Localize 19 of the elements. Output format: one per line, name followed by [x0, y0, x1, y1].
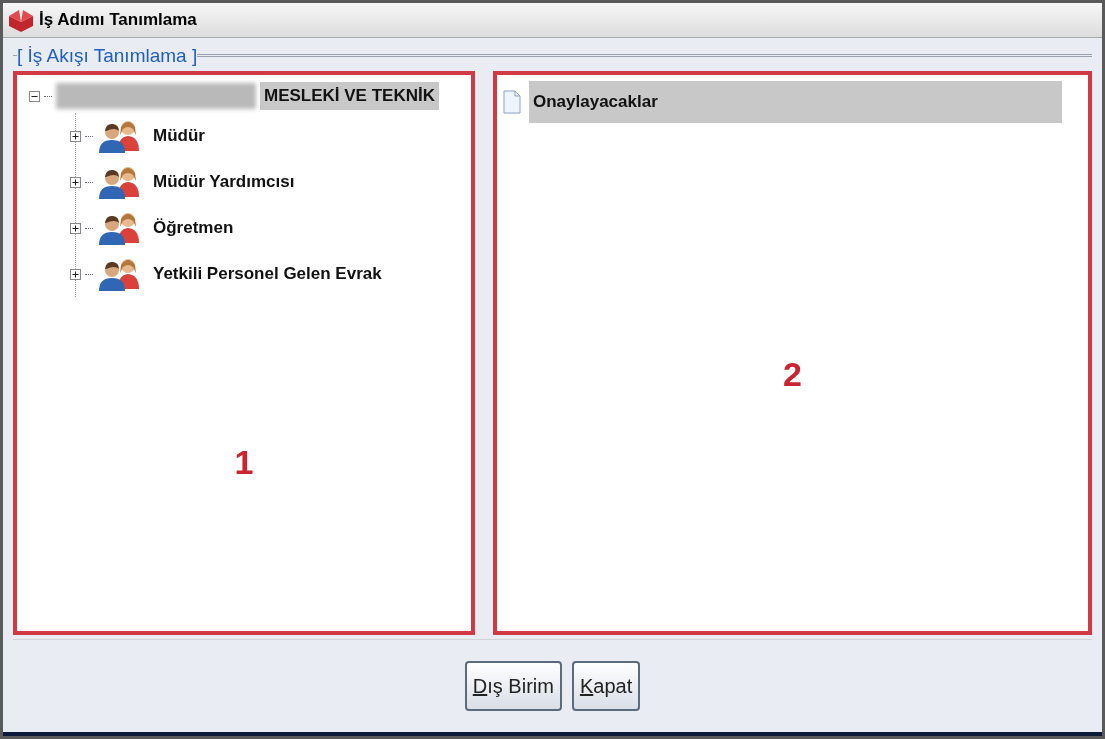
tree-node[interactable]: Müdür [149, 123, 209, 149]
tree-node[interactable]: Öğretmen [149, 215, 238, 241]
expand-icon[interactable] [70, 176, 81, 188]
tree-node[interactable]: MESLEKİ VE TEKNİK [260, 82, 439, 110]
box-icon [7, 8, 35, 32]
tree-node[interactable]: Yetkili Personel Gelen Evrak [149, 261, 386, 287]
document-icon [503, 90, 521, 114]
window-title: İş Adımı Tanımlama [39, 9, 197, 32]
annotation-number: 2 [783, 353, 802, 395]
group-title: [ İş Akışı Tanımlama ] [17, 46, 198, 65]
expand-icon[interactable] [70, 222, 81, 234]
expand-icon[interactable] [70, 268, 81, 280]
list-item[interactable]: Onaylayacaklar [529, 81, 1062, 123]
external-unit-button[interactable]: Dış Birim [464, 661, 562, 711]
tree-node[interactable]: Müdür Yardımcısı [149, 169, 299, 195]
annotation-number: 1 [234, 441, 254, 483]
close-button[interactable]: Kapat [571, 661, 641, 711]
collapse-icon[interactable] [29, 90, 40, 102]
expand-icon[interactable] [70, 130, 81, 142]
